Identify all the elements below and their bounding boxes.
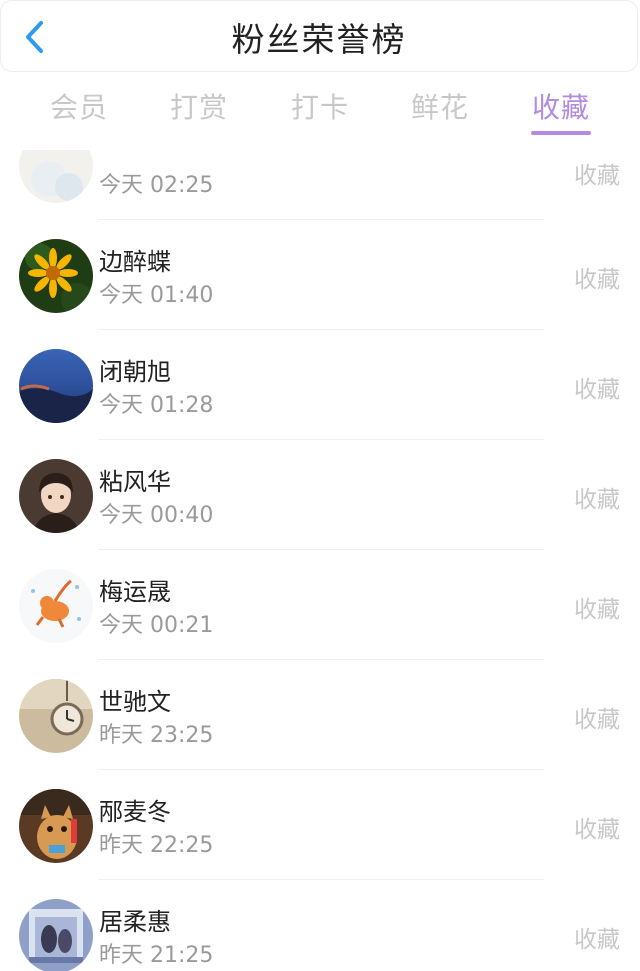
item-time: 昨天 22:25 (99, 833, 214, 858)
item-time: 今天 01:40 (99, 283, 214, 308)
list-item[interactable]: 粘风华 今天 00:40 收藏 (0, 440, 640, 550)
list-item[interactable]: 梅运晟 今天 00:21 收藏 (0, 550, 640, 660)
avatar (19, 459, 93, 533)
avatar (19, 150, 93, 203)
tab-checkin[interactable]: 打卡 (270, 86, 370, 126)
favorite-label: 收藏 (574, 597, 620, 623)
active-tab-indicator (531, 131, 591, 135)
item-time: 今天 00:40 (99, 503, 214, 528)
avatar (19, 569, 93, 643)
item-name: 闭朝旭 (99, 358, 171, 386)
list-item[interactable]: 闭朝旭 今天 01:28 收藏 (0, 330, 640, 440)
header-bar: 粉丝荣誉榜 (0, 0, 638, 72)
avatar (19, 789, 93, 863)
item-time: 今天 02:25 (99, 173, 214, 198)
avatar (19, 679, 93, 753)
list-item[interactable]: 世驰文 昨天 23:25 收藏 (0, 660, 640, 770)
tab-flowers[interactable]: 鲜花 (390, 86, 490, 126)
favorite-label: 收藏 (574, 707, 620, 733)
tab-members[interactable]: 会员 (29, 86, 129, 126)
favorite-label: 收藏 (574, 487, 620, 513)
item-name: 世驰文 (99, 688, 171, 716)
avatar (19, 349, 93, 423)
tab-favorites[interactable]: 收藏 (511, 86, 611, 126)
favorite-label: 收藏 (574, 163, 620, 189)
list-item[interactable]: 邴麦冬 昨天 22:25 收藏 (0, 770, 640, 880)
fan-list[interactable]: 今天 02:25 收藏 边醉蝶 今天 01:40 收藏 闭朝旭 今天 01:28… (0, 150, 640, 971)
list-item[interactable]: 居柔惠 昨天 21:25 收藏 (0, 880, 640, 971)
item-time: 今天 01:28 (99, 393, 214, 418)
avatar (19, 239, 93, 313)
item-name: 居柔惠 (99, 908, 171, 936)
tab-rewards[interactable]: 打赏 (149, 86, 249, 126)
item-name: 邴麦冬 (99, 798, 171, 826)
tab-bar: 会员 打赏 打卡 鲜花 收藏 (0, 80, 640, 140)
list-item[interactable]: 边醉蝶 今天 01:40 收藏 (0, 220, 640, 330)
list-item[interactable]: 今天 02:25 收藏 (0, 150, 640, 220)
item-name: 边醉蝶 (99, 248, 171, 276)
avatar (19, 899, 93, 971)
item-time: 昨天 21:25 (99, 943, 214, 968)
item-name: 梅运晟 (99, 578, 171, 606)
page-title: 粉丝荣誉榜 (231, 20, 407, 59)
favorite-label: 收藏 (574, 817, 620, 843)
item-name: 粘风华 (99, 468, 171, 496)
favorite-label: 收藏 (574, 377, 620, 403)
favorite-label: 收藏 (574, 267, 620, 293)
item-time: 今天 00:21 (99, 613, 214, 638)
favorite-label: 收藏 (574, 927, 620, 953)
item-time: 昨天 23:25 (99, 723, 214, 748)
